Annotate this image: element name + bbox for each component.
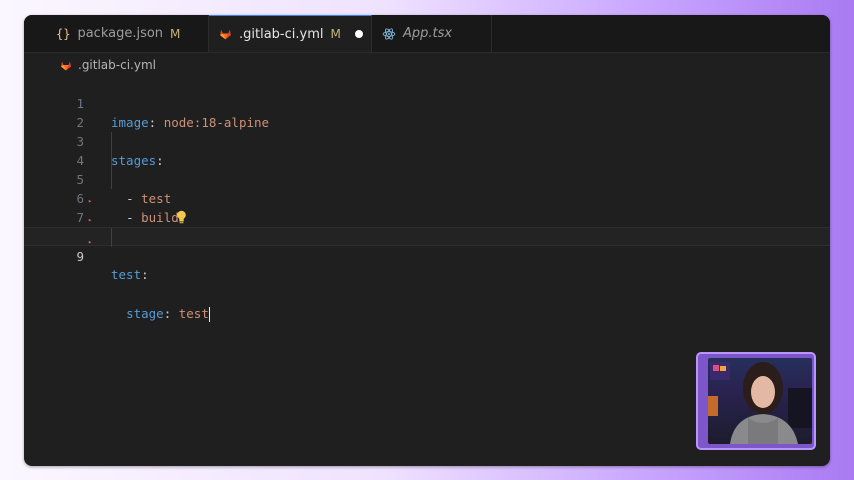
presenter-webcam-overlay [696,352,816,450]
tab-label: App.tsx [403,26,453,41]
gitlab-icon [219,28,232,40]
code-line: 4 - test [24,132,830,206]
breadcrumb[interactable]: .gitlab-ci.yml [60,55,156,75]
indent-guide [111,170,112,189]
yaml-colon: : [141,267,149,282]
code-line: 3 stages: [24,113,830,168]
webcam-person-icon [708,362,812,444]
indent-guide [111,132,112,151]
code-line: 2 [24,94,830,130]
tab-package-json[interactable]: {} package.json M [46,15,209,52]
json-braces-icon: {} [56,26,71,41]
code-line-current: 9 ▸ stage: test [24,227,830,322]
modified-badge: M [330,27,341,41]
code-line: 6 - deploy [24,170,830,244]
diff-marker-icon: ▸ [88,197,93,205]
tab-gitlab-ci[interactable]: .gitlab-ci.yml M [209,15,372,52]
tab-label: .gitlab-ci.yml [239,26,324,42]
react-icon [382,27,396,41]
indent-guide [111,151,112,170]
code-line: 7 ▸ [24,189,830,225]
breadcrumb-file: .gitlab-ci.yml [78,58,156,72]
tab-label: package.json [77,26,164,41]
text-cursor [208,307,210,322]
indent-guide [111,228,112,247]
diff-marker-icon: ▸ [88,216,93,224]
yaml-key: test [111,267,142,282]
yaml-value: test [171,306,209,321]
diff-marker-icon: ▸ [88,238,93,246]
line-number: 9 [76,249,84,264]
code-line: 5 - build [24,151,830,225]
editor-tab-bar: {} package.json M .gitlab-ci.yml M App.t… [24,15,830,53]
code-line: 8 ▸ test: [24,208,830,283]
code-area[interactable]: 1 image: node:18-alpine 2 3 stages: 4 - … [24,75,830,322]
unsaved-dot-icon[interactable] [354,30,363,38]
modified-badge: M [170,26,181,41]
yaml-key: stage [126,306,164,321]
code-line: 1 image: node:18-alpine [24,75,830,130]
tab-app-tsx[interactable]: App.tsx [372,15,492,52]
gitlab-icon [60,60,72,71]
webcam-video [708,358,812,444]
